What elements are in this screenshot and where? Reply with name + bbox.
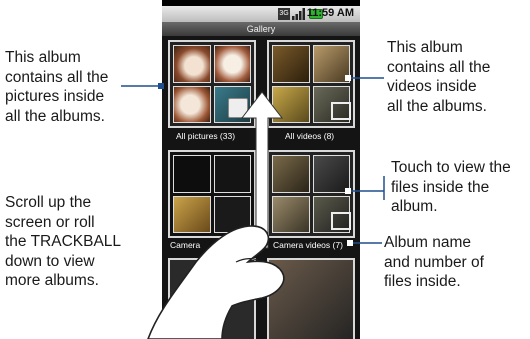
- leader-dot: [345, 75, 351, 81]
- leader-dot: [347, 240, 353, 246]
- hand-icon: [147, 225, 285, 339]
- leader-dot: [158, 83, 164, 89]
- scroll-up-arrow-icon: [240, 91, 284, 249]
- leader-dot: [345, 188, 351, 194]
- overlay-graphics: [121, 75, 385, 339]
